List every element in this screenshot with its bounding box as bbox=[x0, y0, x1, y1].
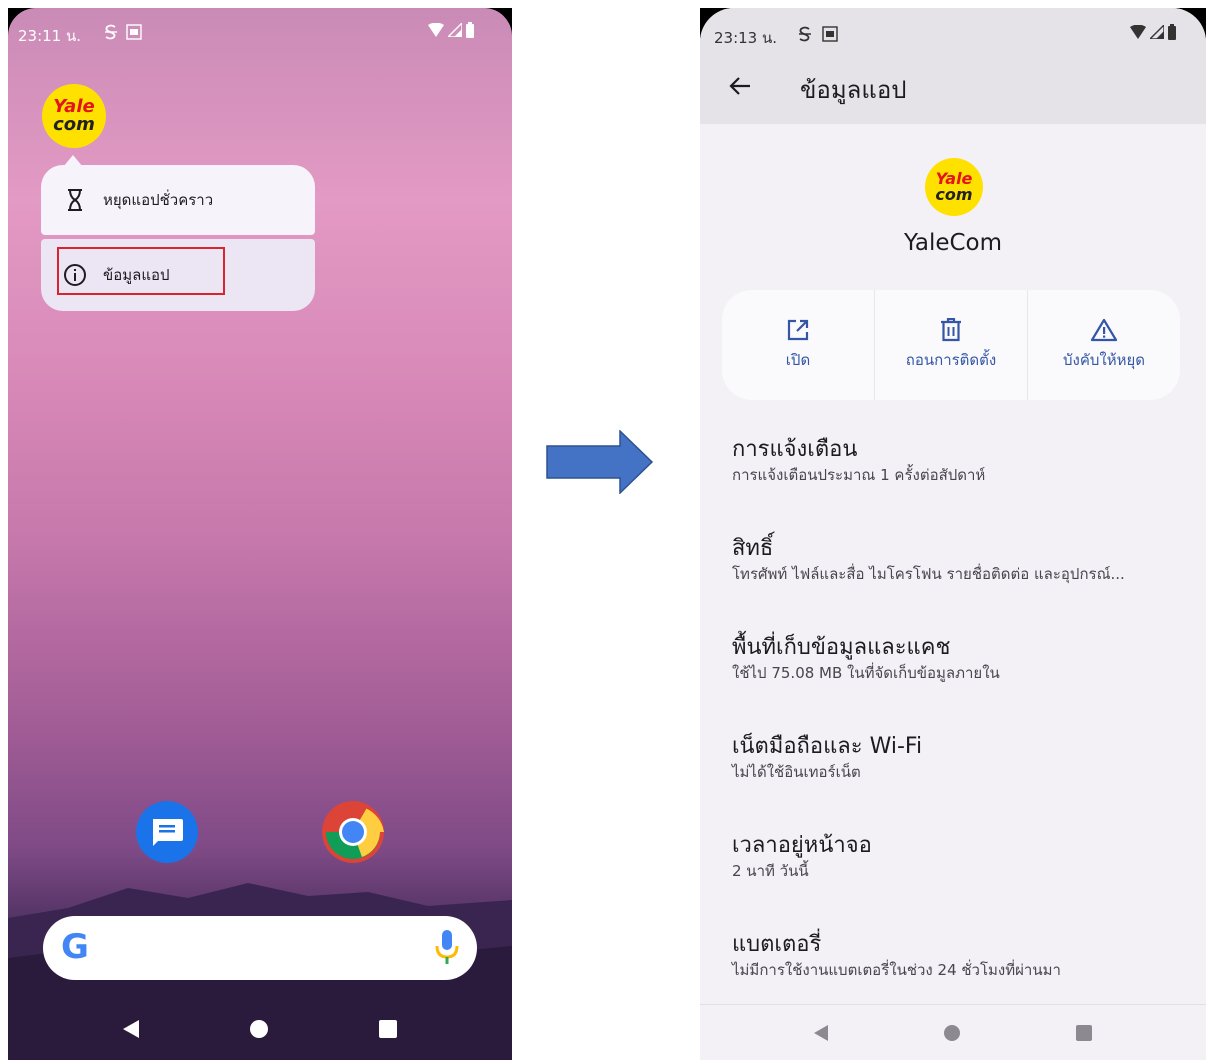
signal-icon bbox=[1150, 25, 1164, 39]
app-info-phone: 23:13 น. ข้อมูลแอป Yale com YaleCom เปิด… bbox=[700, 8, 1206, 1060]
wifi-icon bbox=[428, 23, 444, 37]
open-external-icon bbox=[787, 319, 809, 341]
logo-line2: com bbox=[935, 185, 973, 204]
google-search-bar[interactable]: G bbox=[43, 916, 477, 980]
battery-icon bbox=[1168, 24, 1176, 40]
status-icons bbox=[1130, 24, 1176, 40]
status-time: 23:11 น. bbox=[18, 27, 82, 45]
setting-subtitle: ไม่ได้ใช้อินเทอร์เน็ต bbox=[732, 763, 861, 781]
transition-arrow-icon bbox=[546, 430, 654, 494]
setting-battery[interactable]: แบตเตอรี่ ไม่มีการใช้งานแบตเตอรี่ในช่วง … bbox=[732, 931, 1061, 981]
status-bar: 23:13 น. bbox=[700, 8, 1206, 56]
hourglass-icon bbox=[63, 189, 87, 211]
yalecom-app-icon[interactable]: Yale com bbox=[42, 84, 106, 148]
back-icon[interactable] bbox=[123, 1020, 140, 1038]
signal-icon bbox=[448, 23, 462, 37]
chrome-app-icon[interactable] bbox=[322, 801, 384, 863]
app-info-screen: 23:13 น. ข้อมูลแอป Yale com YaleCom เปิด… bbox=[700, 8, 1206, 1060]
microphone-icon[interactable] bbox=[435, 930, 459, 970]
uninstall-button[interactable]: ถอนการติดตั้ง bbox=[875, 290, 1028, 400]
menu-item-app-info[interactable]: ข้อมูลแอป bbox=[41, 239, 315, 311]
warning-icon bbox=[1091, 318, 1117, 342]
setting-subtitle: โทรศัพท์ ไฟล์และสื่อ ไมโครโฟน รายชื่อติด… bbox=[732, 565, 1125, 583]
setting-permissions[interactable]: สิทธิ์ โทรศัพท์ ไฟล์และสื่อ ไมโครโฟน ราย… bbox=[732, 535, 1125, 585]
home-screen-phone: 23:11 น. Yale com หยุดแอปชั่วคราว ข้อมูล… bbox=[8, 8, 512, 1060]
app-name: YaleCom bbox=[903, 230, 1003, 256]
setting-subtitle: การแจ้งเตือนประมาณ 1 ครั้งต่อสัปดาห์ bbox=[732, 466, 986, 484]
battery-icon bbox=[466, 22, 474, 38]
setting-title: แบตเตอรี่ bbox=[732, 932, 822, 957]
navigation-bar bbox=[700, 1004, 1206, 1060]
home-icon[interactable] bbox=[944, 1024, 960, 1041]
menu-item-pause-app[interactable]: หยุดแอปชั่วคราว bbox=[41, 165, 315, 235]
google-logo: G bbox=[61, 927, 89, 967]
setting-mobile-data-wifi[interactable]: เน็ตมือถือและ Wi-Fi ไม่ได้ใช้อินเทอร์เน็… bbox=[732, 733, 922, 783]
menu-item-label: หยุดแอปชั่วคราว bbox=[103, 191, 214, 209]
status-icons bbox=[428, 22, 474, 38]
action-label: ถอนการติดตั้ง bbox=[905, 351, 997, 369]
setting-subtitle: ใช้ไป 75.08 MB ในที่จัดเก็บข้อมูลภายใน bbox=[732, 664, 1000, 682]
highlight-box bbox=[57, 247, 225, 295]
recents-icon[interactable] bbox=[1076, 1024, 1092, 1041]
trash-icon bbox=[941, 318, 961, 342]
notification-thumb-icon bbox=[126, 24, 142, 44]
status-time: 23:13 น. bbox=[714, 29, 778, 47]
status-bar: 23:11 น. bbox=[8, 8, 512, 56]
setting-title: เน็ตมือถือและ Wi-Fi bbox=[732, 734, 923, 759]
setting-title: สิทธิ์ bbox=[732, 536, 774, 561]
setting-subtitle: ไม่มีการใช้งานแบตเตอรี่ในช่วง 24 ชั่วโมง… bbox=[732, 961, 1061, 979]
setting-subtitle: 2 นาที วันนี้ bbox=[732, 862, 809, 880]
app-actions: เปิด ถอนการติดตั้ง บังคับให้หยุด bbox=[722, 290, 1180, 400]
navigation-bar bbox=[8, 998, 512, 1060]
setting-title: การแจ้งเตือน bbox=[732, 437, 858, 462]
open-button[interactable]: เปิด bbox=[722, 290, 875, 400]
recents-icon[interactable] bbox=[378, 1020, 397, 1038]
logo-line2: com bbox=[53, 114, 95, 135]
s-icon bbox=[104, 24, 118, 44]
setting-storage[interactable]: พื้นที่เก็บข้อมูลและแคช ใช้ไป 75.08 MB ใ… bbox=[732, 634, 1000, 684]
wifi-icon bbox=[1130, 25, 1146, 39]
yalecom-app-icon: Yale com bbox=[925, 158, 983, 216]
setting-screen-time[interactable]: เวลาอยู่หน้าจอ 2 นาที วันนี้ bbox=[732, 832, 872, 882]
messages-app-icon[interactable] bbox=[136, 801, 198, 863]
home-icon[interactable] bbox=[249, 1020, 268, 1038]
setting-notifications[interactable]: การแจ้งเตือน การแจ้งเตือนประมาณ 1 ครั้งต… bbox=[732, 436, 985, 486]
action-label: เปิด bbox=[785, 351, 811, 369]
action-label: บังคับให้หยุด bbox=[1062, 351, 1146, 369]
back-icon[interactable] bbox=[814, 1024, 828, 1041]
setting-title: เวลาอยู่หน้าจอ bbox=[732, 833, 872, 858]
setting-title: พื้นที่เก็บข้อมูลและแคช bbox=[732, 635, 951, 660]
force-stop-button[interactable]: บังคับให้หยุด bbox=[1028, 290, 1180, 400]
back-arrow-icon[interactable] bbox=[728, 74, 752, 102]
page-title: ข้อมูลแอป bbox=[800, 76, 907, 104]
s-icon bbox=[798, 26, 812, 46]
notification-thumb-icon bbox=[822, 26, 838, 46]
app-shortcut-popup: หยุดแอปชั่วคราว ข้อมูลแอป bbox=[41, 155, 315, 311]
